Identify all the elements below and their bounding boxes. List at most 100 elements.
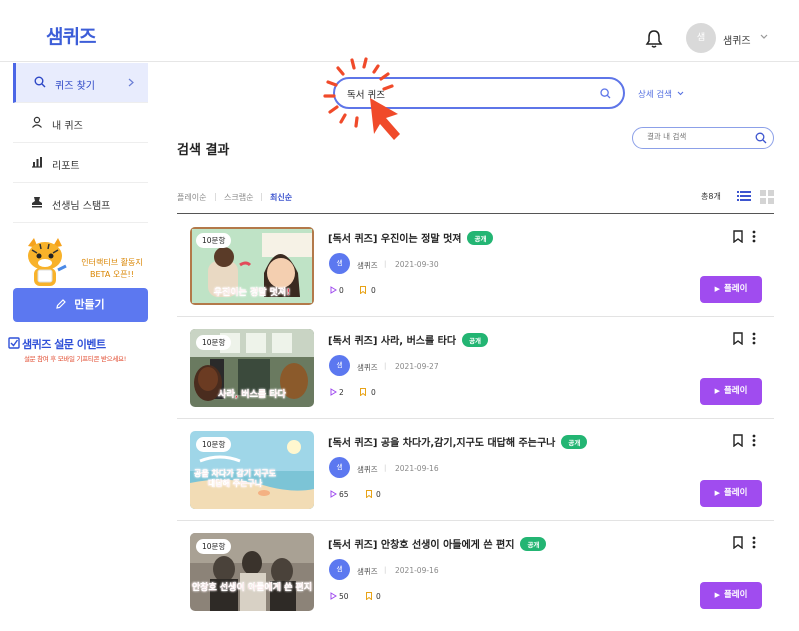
make-button[interactable]: 만들기 [13,288,148,322]
play-button[interactable]: ▶ 플레이 [700,378,762,405]
list-view-icon[interactable] [737,190,751,202]
author-avatar[interactable]: 샘 [329,457,350,478]
survey-event-title[interactable]: 샘퀴즈 설문 이벤트 [22,336,106,352]
search-icon[interactable] [755,132,767,144]
thumbnail-caption: 안창호 선생이 아들에게 쓴 편지 [191,583,313,593]
play-count: 65 [339,490,349,499]
more-options-icon[interactable] [752,230,756,243]
play-button-label: 플레이 [723,590,748,600]
bookmark-icon[interactable] [733,536,743,549]
user-avatar[interactable]: 샘 [686,23,716,53]
author-avatar[interactable]: 샘 [329,253,350,274]
bookmark-count-icon [366,592,372,600]
quiz-title[interactable]: [독서 퀴즈] 우진이는 정말 멋져 공개 [328,230,494,245]
quiz-title[interactable]: [독서 퀴즈] 안창호 선생이 아들에게 쓴 편지 공개 [328,536,547,551]
quiz-title-text: [독서 퀴즈] 안창호 선생이 아들에게 쓴 편지 [328,540,515,551]
user-name[interactable]: 샘퀴즈 [723,32,751,47]
more-options-icon[interactable] [752,434,756,447]
sidebar-item-teacher-stamp[interactable]: 선생님 스탬프 [13,183,148,223]
public-badge: 공개 [462,333,489,347]
question-count-badge: 10문항 [196,437,232,452]
pencil-icon [56,299,67,309]
play-icon: ▶ [714,591,720,599]
sort-scrap-count[interactable]: 스크랩순 [224,192,253,203]
play-count-icon [330,286,337,294]
total-count: 총8개 [701,192,721,201]
question-count-badge: 10문항 [196,539,232,554]
meta-divider: | [384,464,387,472]
thumbnail-caption: 사라, 버스를 타다 [218,390,286,400]
author-avatar[interactable]: 샘 [329,559,350,580]
play-button-label: 플레이 [723,386,748,396]
promo-line: 인터랙티브 활동지 [81,258,143,267]
sort-latest[interactable]: 최신순 [270,192,292,203]
bookmark-icon[interactable] [733,434,743,447]
result-search-input[interactable] [647,132,747,141]
sidebar-item-my-quiz[interactable]: 내 퀴즈 [13,103,148,143]
quiz-list-item[interactable]: 10문항 공을 차다가 감기 지구도 대답해 주는구나 [독서 퀴즈] 공을 차… [177,419,774,521]
grid-view-icon[interactable] [760,190,774,204]
chevron-right-icon [128,78,134,87]
logo[interactable]: 샘퀴즈 [46,22,96,49]
play-button[interactable]: ▶ 플레이 [700,582,762,609]
stamp-icon [32,197,42,208]
search-icon[interactable] [600,88,611,99]
sort-play-count[interactable]: 플레이순 [177,192,206,203]
play-count-icon [330,592,337,600]
highlight-burst-icon [323,57,400,140]
sidebar-item-label: 내 퀴즈 [52,121,83,132]
play-icon: ▶ [714,387,720,395]
sort-divider: | [260,192,263,201]
quiz-thumbnail[interactable]: 10문항 공을 차다가 감기 지구도 대답해 주는구나 [190,431,314,509]
meta-divider: | [384,362,387,370]
play-count-icon [330,490,337,498]
author-name[interactable]: 샘퀴즈 [357,464,378,475]
play-button[interactable]: ▶ 플레이 [700,276,762,303]
advanced-search-toggle[interactable]: 상세 검색 [638,88,684,100]
search-icon [34,76,46,88]
sidebar-item-label: 선생님 스탬프 [52,201,111,212]
make-button-label: 만들기 [74,298,105,311]
chevron-down-icon[interactable] [760,34,768,40]
play-button[interactable]: ▶ 플레이 [700,480,762,507]
quiz-thumbnail[interactable]: 10문항 사라, 버스를 타다 [190,329,314,407]
sidebar-item-report[interactable]: 리포트 [13,143,148,183]
quiz-thumbnail[interactable]: 10문항 안창호 선생이 아들에게 쓴 편지 [190,533,314,611]
bookmark-icon[interactable] [733,332,743,345]
public-badge: 공개 [520,537,547,551]
quiz-list-item[interactable]: 10문항 사라, 버스를 타다 [독서 퀴즈] 사라, 버스를 타다 공개 샘 샘… [177,317,774,419]
sidebar-item-find-quiz[interactable]: 퀴즈 찾기 [13,63,148,103]
bookmark-icon[interactable] [733,230,743,243]
quiz-title[interactable]: [독서 퀴즈] 사라, 버스를 타다 공개 [328,332,489,347]
meta-divider: | [384,260,387,268]
chart-icon [32,157,42,168]
bell-icon[interactable] [645,29,663,49]
sidebar-item-label: 퀴즈 찾기 [55,81,95,92]
bookmark-count: 0 [376,490,381,499]
play-count: 0 [339,286,344,295]
quiz-list-item[interactable]: 10문항 우진이는 정말 멋져! [독서 퀴즈] 우진이는 정말 멋져 공개 샘 … [177,215,774,317]
quiz-title-text: [독서 퀴즈] 우진이는 정말 멋져 [328,234,462,245]
promo-banner-text[interactable]: 인터랙티브 활동지 BETA 오픈!! [73,257,151,281]
quiz-thumbnail[interactable]: 10문항 우진이는 정말 멋져! [190,227,314,305]
author-name[interactable]: 샘퀴즈 [357,260,378,271]
quiz-date: 2021-09-27 [395,362,439,371]
quiz-title-text: [독서 퀴즈] 사라, 버스를 타다 [328,336,457,347]
quiz-title[interactable]: [독서 퀴즈] 공을 차다가,감기,지구도 대답해 주는구나 공개 [328,434,588,449]
more-options-icon[interactable] [752,332,756,345]
advanced-search-label: 상세 검색 [638,90,672,100]
bookmark-count: 0 [371,286,376,295]
page-title: 검색 결과 [177,143,230,158]
play-count: 50 [339,592,349,601]
play-count: 2 [339,388,344,397]
author-name[interactable]: 샘퀴즈 [357,362,378,373]
tiger-mascot-image[interactable] [22,236,70,288]
question-count-badge: 10문항 [196,335,232,350]
result-search-box[interactable] [632,127,774,149]
quiz-list-item[interactable]: 10문항 안창호 선생이 아들에게 쓴 편지 [독서 퀴즈] 안창호 선생이 아… [177,521,774,623]
more-options-icon[interactable] [752,536,756,549]
public-badge: 공개 [561,435,588,449]
bookmark-count-icon [360,388,366,396]
author-name[interactable]: 샘퀴즈 [357,566,378,577]
author-avatar[interactable]: 샘 [329,355,350,376]
